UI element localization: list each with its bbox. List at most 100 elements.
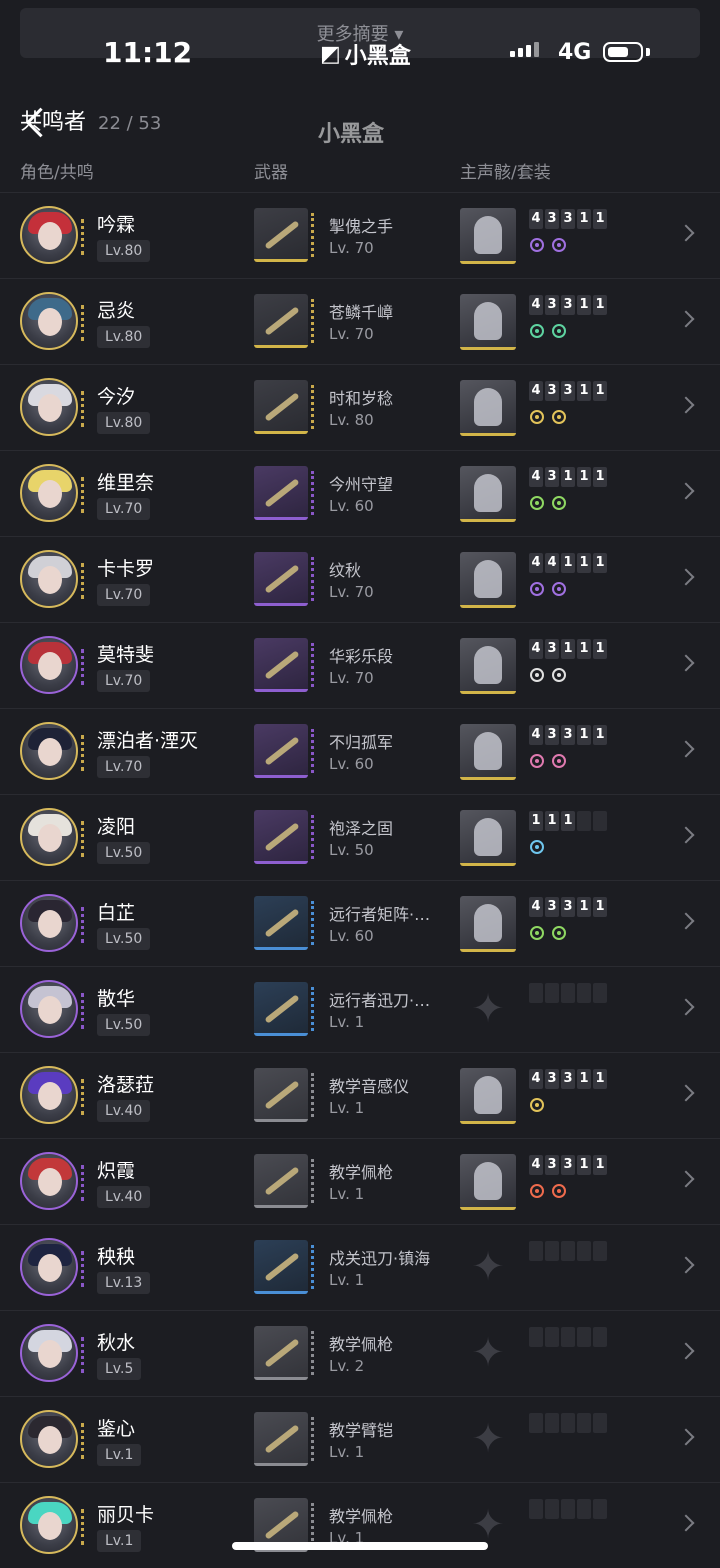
chevron-right-icon[interactable] — [677, 224, 695, 242]
weapon-rank-dots — [311, 1159, 314, 1203]
watermark-logo: 小黑盒 — [318, 122, 385, 147]
echo-cost: 1 — [577, 1069, 591, 1089]
resonance-dots — [75, 1251, 84, 1287]
character-name: 卡卡罗 — [97, 558, 155, 580]
resonator-row[interactable]: 炽霞 Lv.40 教学佩枪 Lv. 143311 — [0, 1138, 720, 1224]
character-level: Lv.50 — [97, 1014, 151, 1036]
echo-cost-list: 43311 — [529, 381, 607, 401]
chevron-right-icon[interactable] — [677, 826, 695, 844]
chevron-right-icon[interactable] — [677, 568, 695, 586]
resonator-row[interactable]: 吟霖 Lv.80 掣傀之手 Lv. 70 4 3 3 1 1 — [0, 192, 720, 278]
weapon-rank-dots — [311, 1331, 314, 1375]
resonator-count: 22 / 53 — [98, 113, 162, 134]
resonance-dots — [75, 563, 84, 599]
set-icon-list — [530, 496, 566, 510]
character-level: Lv.1 — [97, 1444, 142, 1466]
chevron-right-icon[interactable] — [677, 1084, 695, 1102]
character-name: 忌炎 — [97, 300, 136, 322]
weapon-level: Lv. 70 — [329, 583, 374, 601]
character-avatar — [20, 1496, 78, 1554]
echo-cost-list: 43311 — [529, 209, 607, 229]
title-row: 共鸣者 22 / 53 — [20, 104, 161, 136]
weapon-icon — [254, 724, 308, 778]
resonator-row[interactable]: 秋水 Lv.5 教学佩枪 Lv. 2 ✦ — [0, 1310, 720, 1396]
chevron-right-icon[interactable] — [677, 654, 695, 672]
weapon-icon — [254, 380, 308, 434]
echo-cost — [577, 983, 591, 1003]
weapon-rank-dots — [311, 1503, 314, 1547]
resonator-row[interactable]: 莫特斐 Lv.70 华彩乐段 Lv. 70 4 3 1 1 1 — [0, 622, 720, 708]
echo-set-icon — [530, 1098, 544, 1112]
character-name: 炽霞 — [97, 1160, 136, 1182]
resonator-list: 吟霖 Lv.80 掣傀之手 Lv. 70 4 3 3 1 1 忌炎 Lv.80 苍鳞千嶂 Lv. 70 4… — [0, 192, 720, 1568]
echo-cost: 4 — [529, 639, 543, 659]
resonator-row[interactable]: 忌炎 Lv.80 苍鳞千嶂 Lv. 70 4 3 3 1 1 — [0, 278, 720, 364]
echo-cost: 1 — [577, 553, 591, 573]
chevron-right-icon[interactable] — [677, 1170, 695, 1188]
echo-cost — [593, 1413, 607, 1433]
echo-set-icon — [530, 926, 544, 940]
echo-set-icon — [530, 582, 544, 596]
chevron-right-icon[interactable] — [677, 310, 695, 328]
resonator-row[interactable]: 鉴心 Lv.1 教学臂铠 Lv. 1 ✦ — [0, 1396, 720, 1482]
echo-set-icon — [552, 668, 566, 682]
echo-set-icon — [552, 410, 566, 424]
resonator-row[interactable]: 维里奈 Lv.70 今州守望 Lv. 60 4 3 1 1 1 — [0, 450, 720, 536]
weapon-level: Lv. 1 — [329, 1271, 365, 1289]
set-icon-list — [530, 926, 566, 940]
weapon-name: 远行者矩阵·探幽 — [329, 905, 439, 924]
chevron-right-icon[interactable] — [677, 1428, 695, 1446]
chevron-right-icon[interactable] — [677, 1514, 695, 1532]
resonator-row[interactable]: 洛瑟菈 Lv.40 教学音感仪 Lv. 143311 — [0, 1052, 720, 1138]
resonator-row[interactable]: 丽贝卡 Lv.1 教学佩枪 Lv. 1 ✦ — [0, 1482, 720, 1568]
resonator-row[interactable]: 白芷 Lv.50 远行者矩阵·探幽 Lv. 60 4 3 3 1 1 — [0, 880, 720, 966]
weapon-name: 教学佩枪 — [329, 1507, 394, 1526]
chevron-right-icon[interactable] — [677, 482, 695, 500]
echo-cost: 1 — [593, 1155, 607, 1175]
weapon-level: Lv. 60 — [329, 755, 374, 773]
weapon-level: Lv. 1 — [329, 1099, 365, 1117]
echo-cost: 1 — [593, 553, 607, 573]
chevron-right-icon[interactable] — [677, 998, 695, 1016]
resonator-row[interactable]: 今汐 Lv.80 时和岁稔 Lv. 80 4 3 3 1 1 — [0, 364, 720, 450]
resonator-row[interactable]: 秧秧 Lv.13 戍关迅刀·镇海 Lv. 1 ✦ — [0, 1224, 720, 1310]
echo-cost — [545, 1241, 559, 1261]
echo-cost: 4 — [529, 897, 543, 917]
echo-cost — [529, 983, 543, 1003]
echo-cost: 1 — [577, 209, 591, 229]
echo-cost — [593, 983, 607, 1003]
main-echo-icon — [460, 552, 516, 608]
weapon-rank-dots — [311, 385, 314, 429]
resonator-row[interactable]: 散华 Lv.50 远行者迅刀·旅迹 Lv. 1 ✦ — [0, 966, 720, 1052]
echo-cost — [561, 1499, 575, 1519]
chevron-right-icon[interactable] — [677, 1342, 695, 1360]
echo-cost: 1 — [561, 467, 575, 487]
resonator-row[interactable]: 漂泊者·湮灭 Lv.70 不归孤军 Lv. 60 4 3 3 1 1 — [0, 708, 720, 794]
chevron-right-icon[interactable] — [677, 396, 695, 414]
character-name: 吟霖 — [97, 214, 136, 236]
empty-echo-icon: ✦ — [471, 1244, 505, 1290]
echo-set-icon — [552, 496, 566, 510]
character-name: 今汐 — [97, 386, 136, 408]
logo-icon: ◩ — [320, 41, 341, 67]
echo-cost — [545, 1327, 559, 1347]
chevron-right-icon[interactable] — [677, 740, 695, 758]
weapon-level: Lv. 2 — [329, 1357, 365, 1375]
echo-cost-list: 43311 — [529, 897, 607, 917]
echo-cost — [577, 811, 591, 831]
character-avatar — [20, 550, 78, 608]
chevron-right-icon[interactable] — [677, 912, 695, 930]
chevron-right-icon[interactable] — [677, 1256, 695, 1274]
character-level: Lv.40 — [97, 1186, 151, 1208]
weapon-level: Lv. 1 — [329, 1443, 365, 1461]
resonator-row[interactable]: 卡卡罗 Lv.70 纹秋 Lv. 70 4 4 1 1 1 — [0, 536, 720, 622]
echo-cost: 4 — [529, 381, 543, 401]
resonator-row[interactable]: 凌阳 Lv.50 袍泽之固 Lv. 50 1 1 1 — [0, 794, 720, 880]
character-avatar — [20, 808, 78, 866]
column-echo: 主声骸/套装 — [460, 163, 551, 183]
echo-cost-list: 43111 — [529, 639, 607, 659]
echo-cost-list: 43311 — [529, 725, 607, 745]
echo-cost-list: 111 — [529, 811, 607, 831]
home-indicator[interactable] — [232, 1542, 488, 1550]
weapon-name: 华彩乐段 — [329, 647, 394, 666]
